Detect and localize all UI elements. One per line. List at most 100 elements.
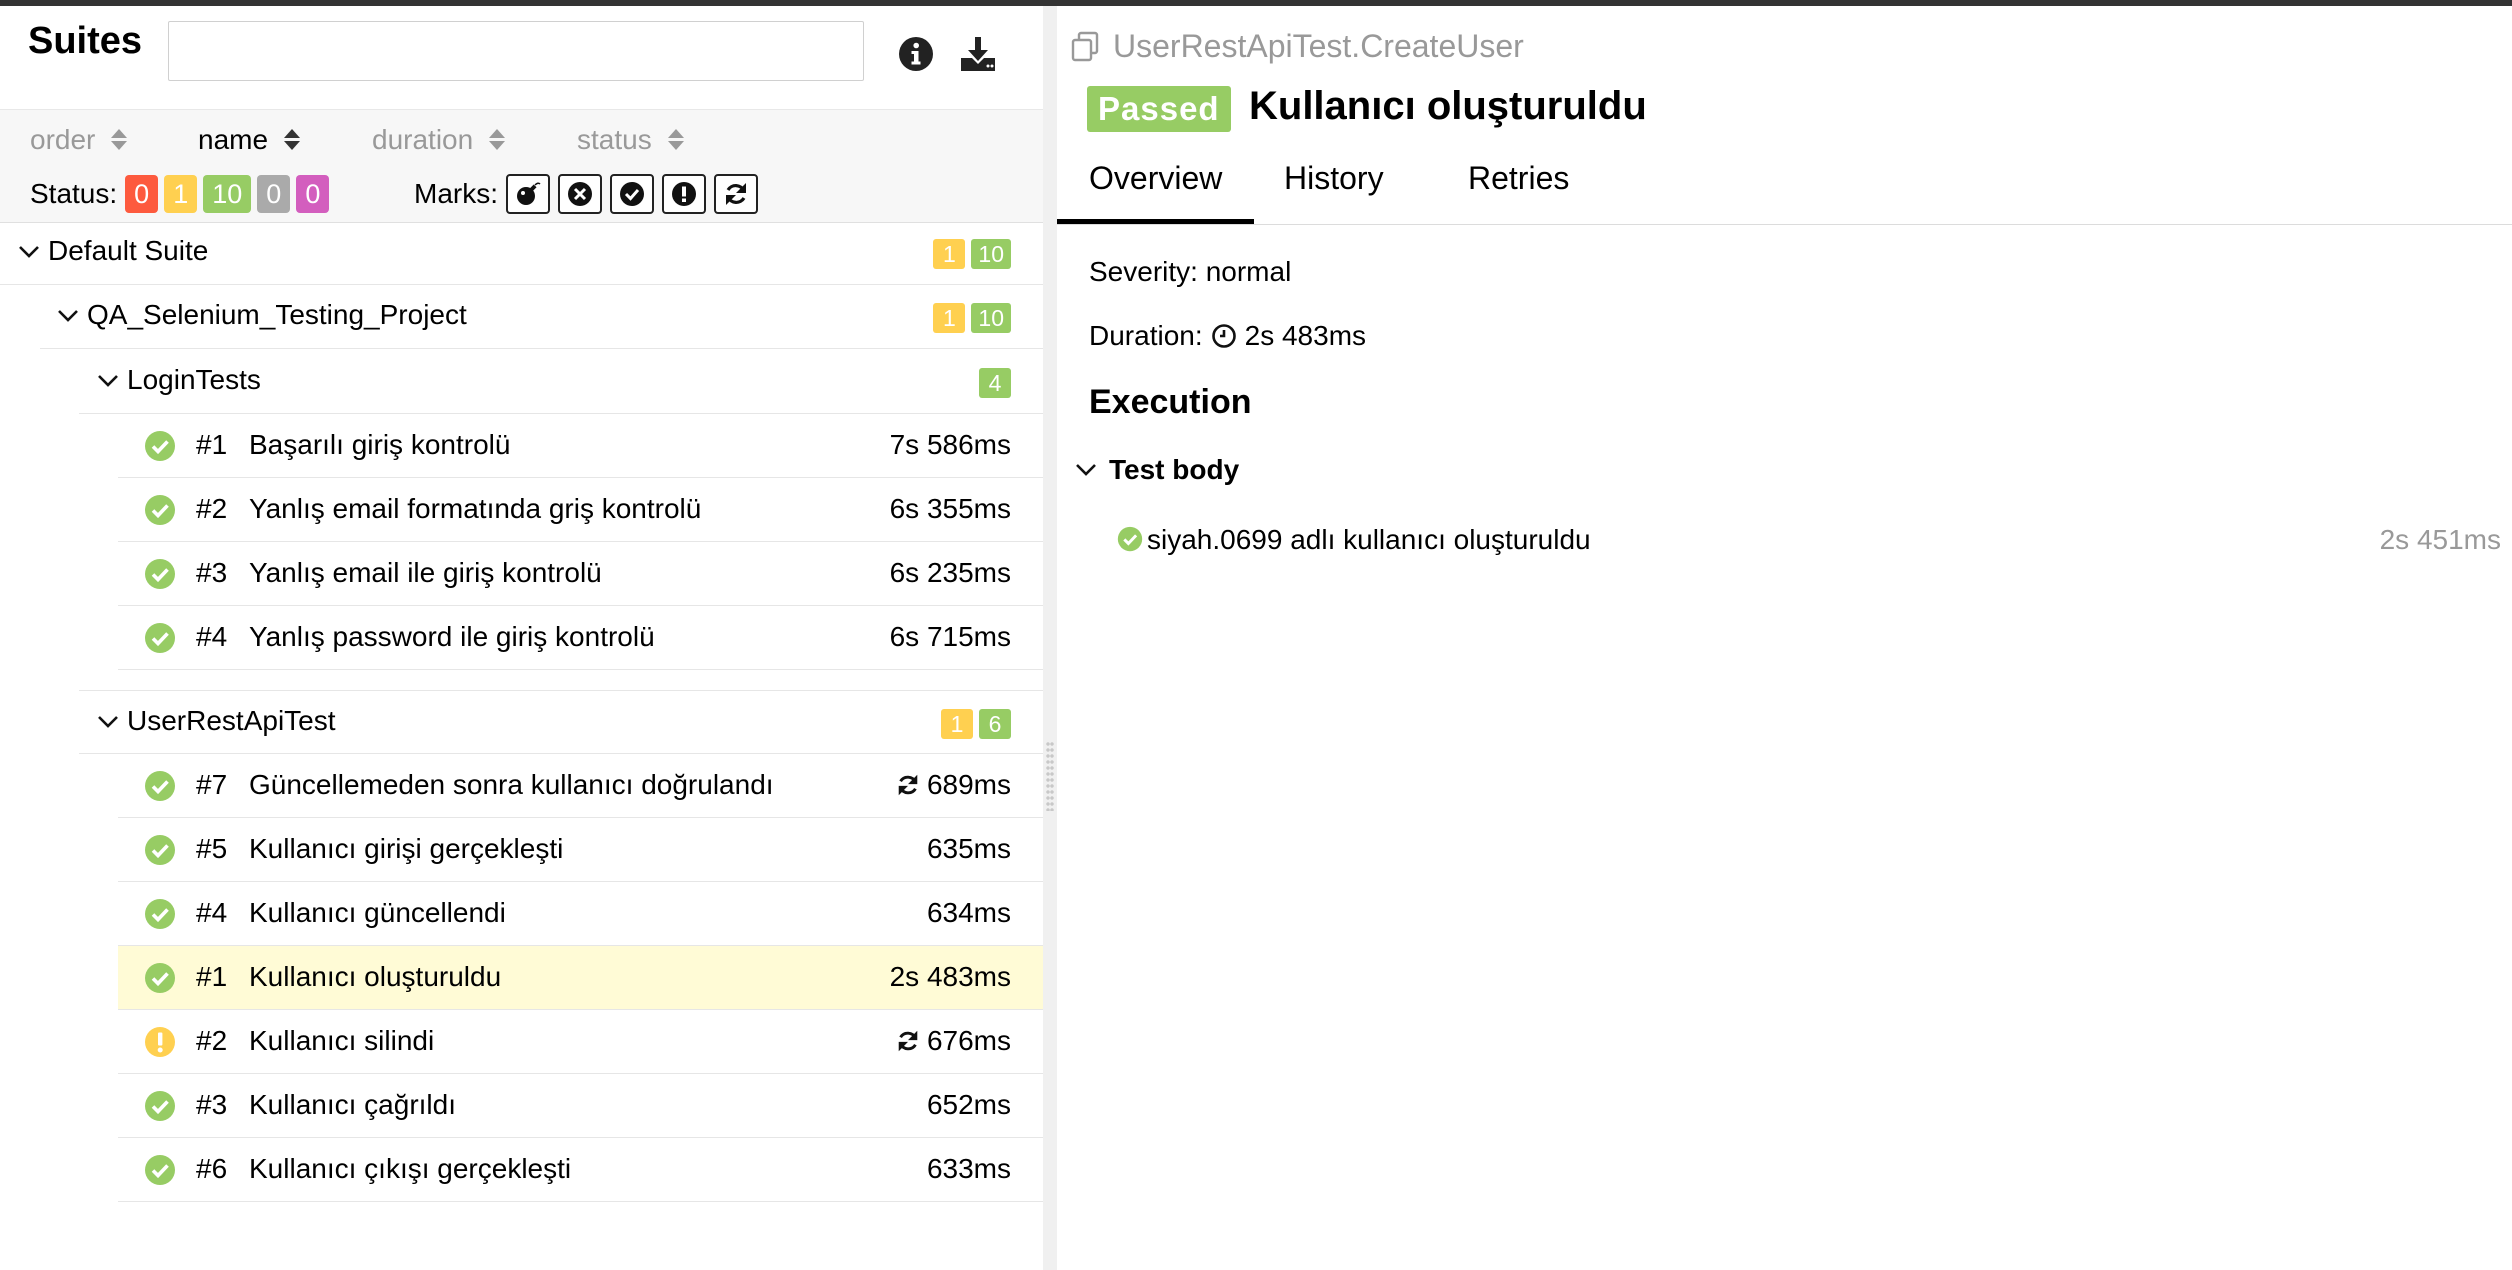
test-row[interactable]: #2 Yanlış email formatında griş kontrolü 6… [118,478,1043,542]
pane-splitter[interactable] [1043,6,1057,1270]
test-number: #5 [196,833,228,864]
step-duration: 2s 451ms [2379,524,2501,555]
check-circle-icon [145,771,175,801]
tab-overview[interactable]: Overview [1057,160,1255,224]
group-name: QA_Selenium_Testing_Project [87,299,467,330]
info-icon[interactable] [896,34,936,74]
duration-value: 2s 483ms [1244,320,1367,351]
refresh-icon[interactable] [714,174,758,214]
sort-arrows-icon [111,127,128,153]
test-name: Kullanıcı girişi gerçekleşti [249,833,564,864]
test-duration: 634ms [927,897,1011,929]
tab-retries[interactable]: Retries [1436,160,1601,224]
group-counts: 1 10 [933,303,1011,333]
times-circle-icon[interactable] [558,174,602,214]
test-detail-pane: UserRestApiTest.CreateUser Passed Kullan… [1057,6,2512,1270]
suites-pane: Suites order name duration status Status… [0,6,1043,1270]
test-duration: 689ms [895,769,1011,801]
test-duration: 7s 586ms [890,429,1011,461]
check-circle-icon [145,1155,175,1185]
passed-count: 4 [979,368,1011,398]
duration-text: 633ms [926,1153,1011,1184]
test-body-label: Test body [1109,454,1240,485]
check-circle-icon [145,623,175,653]
test-number: #3 [196,557,228,588]
tree-group-login-tests[interactable]: LoginTests 4 [79,350,1043,414]
test-body-toggle[interactable]: Test body [1075,454,1239,486]
sort-status[interactable]: status [577,124,684,156]
tree-group-default-suite[interactable]: Default Suite 1 10 [0,221,1043,285]
test-row[interactable]: #4 Yanlış password ile giriş kontrolü 6s 7… [118,606,1043,670]
duration-label: Duration: [1089,320,1203,351]
tab-history[interactable]: History [1252,160,1416,224]
test-row[interactable]: #3 Yanlış email ile giriş kontrolü 6s 235m… [118,542,1043,606]
broken-count-badge[interactable]: 1 [164,175,198,213]
test-row[interactable]: #6 Kullanıcı çıkışı gerçekleşti 633ms [118,1138,1043,1202]
sort-label: status [577,124,652,155]
broken-count: 1 [933,303,966,333]
tree-group-user-rest-api-test[interactable]: UserRestApiTest 1 6 [79,690,1043,754]
duration-text: 6s 715ms [889,621,1011,652]
check-circle-icon [145,559,175,589]
splitter-grip[interactable] [1046,741,1054,811]
broken-count: 1 [933,239,966,269]
detail-tabs: Overview History Retries [1057,154,2512,225]
step-row[interactable]: siyah.0699 adlı kullanıcı oluşturuldu 2s… [1117,516,2512,566]
duration-text: 634ms [926,897,1011,928]
sort-duration[interactable]: duration [372,124,506,156]
sort-order[interactable]: order [30,124,128,156]
test-row[interactable]: #1 Başarılı giriş kontrolü 7s 586ms [118,414,1043,478]
chevron-down-icon [98,716,118,728]
duration-text: 689ms [926,769,1011,800]
check-circle-icon [145,963,175,993]
passed-count: 10 [971,239,1011,269]
duration-text: 2s 483ms [889,961,1011,992]
test-name: Güncellemeden sonra kullanıcı doğrulandı [249,769,774,800]
tree-group-project[interactable]: QA_Selenium_Testing_Project 1 10 [40,285,1043,349]
search-input[interactable] [168,21,864,81]
chevron-down-icon [58,310,78,322]
sort-name[interactable]: name [198,124,301,156]
tab-label: Retries [1468,160,1570,196]
check-circle-icon [145,899,175,929]
test-row[interactable]: #1 Kullanıcı oluşturuldu 2s 483ms [118,946,1043,1010]
broken-count: 1 [941,709,973,739]
skipped-count-badge[interactable]: 0 [257,175,291,213]
group-name: LoginTests [127,364,261,395]
exclamation-icon[interactable] [662,174,706,214]
download-icon[interactable] [958,34,998,74]
check-circle-icon [145,1091,175,1121]
status-badge: Passed [1087,86,1231,132]
chevron-down-icon [1076,464,1096,476]
tree-controls: order name duration status Status: 0 1 1… [0,109,1043,223]
group-counts: 1 6 [941,709,1011,739]
unknown-count-badge[interactable]: 0 [296,175,330,213]
test-row[interactable]: #3 Kullanıcı çağrıldı 652ms [118,1074,1043,1138]
test-name: Yanlış email ile giriş kontrolü [249,557,602,588]
failed-count-badge[interactable]: 0 [125,175,159,213]
test-row[interactable]: #2 Kullanıcı silindi 676ms [118,1010,1043,1074]
sort-label: duration [372,124,474,155]
tab-label: Overview [1089,160,1223,196]
test-number: #2 [196,1025,228,1056]
test-row[interactable]: #5 Kullanıcı girişi gerçekleşti 635ms [118,818,1043,882]
sort-arrows-icon [284,127,301,153]
test-duration: 6s 715ms [890,621,1011,653]
test-duration: 635ms [927,833,1011,865]
breadcrumb: UserRestApiTest.CreateUser [1069,28,1524,65]
test-number: #1 [196,429,228,460]
check-circle-icon[interactable] [610,174,654,214]
test-row[interactable]: #7 Güncellemeden sonra kullanıcı doğrulan… [118,754,1043,818]
test-name: Kullanıcı güncellendi [249,897,506,928]
test-row[interactable]: #4 Kullanıcı güncellendi 634ms [118,882,1043,946]
copy-icon[interactable] [1069,30,1103,64]
chevron-down-icon [98,375,118,387]
breadcrumb-text: UserRestApiTest.CreateUser [1113,28,1524,64]
passed-count-badge[interactable]: 10 [203,175,252,213]
test-duration: 676ms [895,1025,1011,1057]
test-name: Kullanıcı çıkışı gerçekleşti [249,1153,572,1184]
test-duration: 633ms [927,1153,1011,1185]
duration-text: 635ms [926,833,1011,864]
severity-line: Severity: normal [1089,256,1291,288]
bomb-icon[interactable] [506,174,550,214]
